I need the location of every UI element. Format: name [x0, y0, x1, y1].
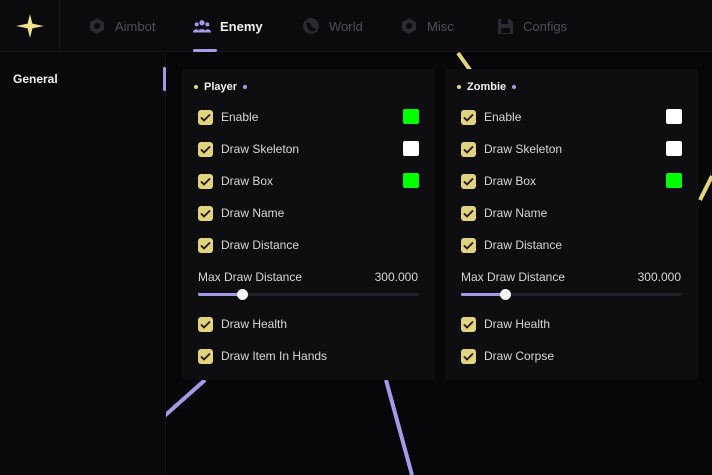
- checkbox-draw-distance[interactable]: Draw Distance: [461, 237, 562, 253]
- enable-color-picker[interactable]: [666, 109, 682, 124]
- checkbox-checked-icon: [198, 348, 213, 364]
- checkbox-checked-icon: [198, 205, 213, 221]
- option-label: Draw Item In Hands: [221, 349, 328, 363]
- box-color-picker[interactable]: [666, 173, 682, 188]
- checkbox-checked-icon: [198, 141, 213, 157]
- option-label: Draw Name: [221, 206, 285, 220]
- checkbox-enable[interactable]: Enable: [461, 109, 521, 125]
- checkbox-checked-icon: [198, 173, 213, 189]
- slider-value: 300.000: [374, 270, 418, 284]
- skeleton-color-picker[interactable]: [403, 141, 419, 156]
- sidebar: General: [0, 53, 166, 475]
- checkbox-draw-name[interactable]: Draw Name: [198, 205, 284, 221]
- panel-header: Player: [194, 79, 248, 95]
- tab-aimbot[interactable]: Aimbot: [88, 0, 155, 52]
- yellow-dot-icon: [457, 85, 461, 89]
- slider-fill: [198, 293, 243, 296]
- checkbox-checked-icon: [198, 109, 213, 125]
- slider-label: Max Draw Distance: [198, 270, 303, 284]
- option-label: Draw Corpse: [484, 349, 555, 363]
- checkbox-draw-health[interactable]: Draw Health: [198, 316, 287, 332]
- slider-handle[interactable]: [237, 289, 249, 300]
- checkbox-draw-box[interactable]: Draw Box: [461, 173, 536, 189]
- checkbox-draw-skeleton[interactable]: Draw Skeleton: [461, 141, 562, 157]
- checkbox-checked-icon: [461, 205, 476, 221]
- player-panel: Player Enable Draw Skeleton Draw Box Dra…: [182, 69, 435, 380]
- option-label: Draw Skeleton: [221, 142, 300, 156]
- tab-label: Enemy: [220, 18, 263, 34]
- checkbox-checked-icon: [198, 237, 213, 253]
- skeleton-color-picker[interactable]: [666, 141, 682, 156]
- checkbox-checked-icon: [461, 237, 476, 253]
- yellow-dot-icon: [194, 85, 198, 89]
- tab-misc[interactable]: Misc: [400, 0, 454, 52]
- slider-value: 300.000: [637, 270, 681, 284]
- option-label: Draw Name: [484, 206, 548, 220]
- checkbox-checked-icon: [461, 316, 476, 332]
- purple-dot-icon: [243, 85, 248, 89]
- option-label: Enable: [221, 110, 259, 124]
- option-label: Draw Distance: [484, 238, 563, 252]
- active-tab-indicator: [193, 49, 217, 52]
- checkbox-checked-icon: [461, 173, 476, 189]
- checkbox-draw-name[interactable]: Draw Name: [461, 205, 547, 221]
- checkbox-draw-item-in-hands[interactable]: Draw Item In Hands: [198, 348, 327, 364]
- tab-enemy[interactable]: Enemy: [193, 0, 263, 52]
- tab-label: Aimbot: [115, 18, 156, 34]
- checkbox-draw-skeleton[interactable]: Draw Skeleton: [198, 141, 299, 157]
- option-label: Draw Skeleton: [484, 142, 563, 156]
- tab-label: Configs: [523, 18, 568, 34]
- option-label: Draw Distance: [221, 238, 300, 252]
- option-label: Draw Box: [484, 174, 537, 188]
- cog-icon: [400, 17, 418, 35]
- box-color-picker[interactable]: [403, 173, 419, 188]
- panel-title: Zombie: [467, 81, 507, 93]
- max-draw-distance-slider[interactable]: [198, 289, 419, 300]
- option-label: Draw Health: [221, 317, 288, 331]
- slider-handle[interactable]: [500, 289, 512, 300]
- enable-color-picker[interactable]: [403, 109, 419, 124]
- checkbox-checked-icon: [198, 316, 213, 332]
- slider-fill: [461, 293, 506, 296]
- logo: [0, 0, 60, 52]
- top-navigation-bar: Aimbot Enemy World Misc Configs: [0, 0, 712, 52]
- zombie-panel: Zombie Enable Draw Skeleton Draw Box Dra…: [445, 69, 698, 380]
- option-label: Enable: [484, 110, 522, 124]
- panel-title: Player: [204, 81, 238, 93]
- users-icon: [193, 17, 211, 35]
- tab-label: Misc: [427, 18, 454, 34]
- sparkle-logo-icon: [15, 14, 44, 38]
- checkbox-draw-health[interactable]: Draw Health: [461, 316, 550, 332]
- tab-world[interactable]: World: [302, 0, 363, 52]
- option-label: Draw Box: [221, 174, 274, 188]
- active-sidebar-indicator: [163, 67, 166, 91]
- checkbox-checked-icon: [461, 109, 476, 125]
- slider-label: Max Draw Distance: [461, 270, 566, 284]
- option-label: Draw Health: [484, 317, 551, 331]
- max-draw-distance-slider[interactable]: [461, 289, 682, 300]
- panel-header: Zombie: [457, 79, 517, 95]
- checkbox-checked-icon: [461, 348, 476, 364]
- sidebar-item-general[interactable]: General: [0, 67, 166, 91]
- checkbox-enable[interactable]: Enable: [198, 109, 258, 125]
- checkbox-draw-distance[interactable]: Draw Distance: [198, 237, 299, 253]
- tab-configs[interactable]: Configs: [496, 0, 567, 52]
- tab-label: World: [329, 18, 363, 34]
- gear-icon: [88, 17, 106, 35]
- checkbox-draw-corpse[interactable]: Draw Corpse: [461, 348, 554, 364]
- purple-dot-icon: [512, 85, 517, 89]
- checkbox-checked-icon: [461, 141, 476, 157]
- sidebar-item-label: General: [13, 72, 58, 86]
- checkbox-draw-box[interactable]: Draw Box: [198, 173, 273, 189]
- floppy-disk-icon: [496, 17, 514, 35]
- globe-icon: [302, 17, 320, 35]
